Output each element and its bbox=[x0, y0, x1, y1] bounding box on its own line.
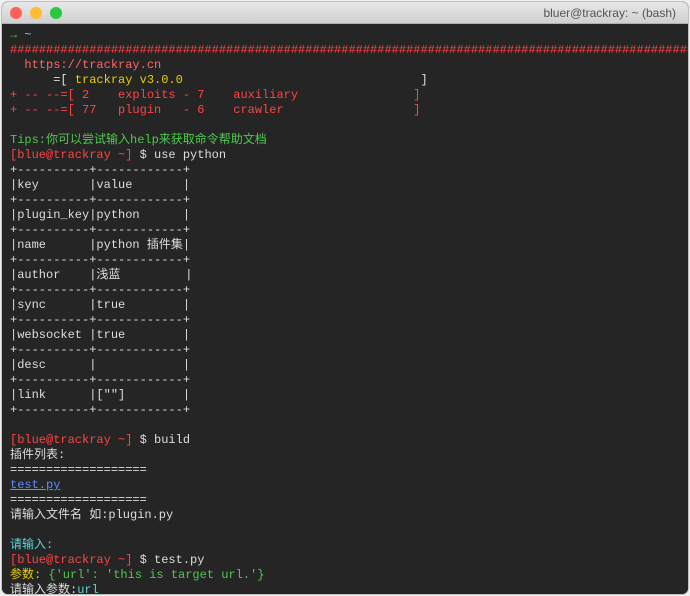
traffic-lights bbox=[10, 7, 62, 19]
prompt-user: [blue@trackray ~] bbox=[10, 553, 132, 567]
banner-url: https://trackray.cn bbox=[24, 58, 161, 72]
table-border: +----------+------------+ bbox=[10, 373, 190, 387]
table-row: |link |[""] | bbox=[10, 388, 190, 402]
banner-hash: ########################################… bbox=[10, 43, 688, 57]
prompt-dollar: $ bbox=[132, 148, 154, 162]
prompt-dollar: $ bbox=[132, 553, 154, 567]
tips-line: Tips:你可以尝试输入help来获取命令帮助文档 bbox=[10, 133, 267, 147]
input-label: 请输入: bbox=[10, 538, 53, 552]
table-border: +----------+------------+ bbox=[10, 313, 190, 327]
cmd-build: build bbox=[154, 433, 190, 447]
titlebar: bluer@trackray: ~ (bash) bbox=[2, 2, 688, 24]
table-border: +----------+------------+ bbox=[10, 163, 190, 177]
table-row: |desc | | bbox=[10, 358, 190, 372]
plugin-list-label: 插件列表: bbox=[10, 448, 65, 462]
prompt-user: [blue@trackray ~] bbox=[10, 148, 132, 162]
divider-line: =================== bbox=[10, 463, 147, 477]
banner-line3: + -- --=[ 77 plugin - 6 crawler ] bbox=[10, 103, 420, 117]
cmd-testpy: test.py bbox=[154, 553, 204, 567]
table-row: |sync |true | bbox=[10, 298, 190, 312]
maximize-icon[interactable] bbox=[50, 7, 62, 19]
banner-line1-pre: =[ bbox=[10, 73, 75, 87]
table-row: |websocket |true | bbox=[10, 328, 190, 342]
input-file-prompt: 请输入文件名 如:plugin.py bbox=[10, 508, 173, 522]
divider-line: =================== bbox=[10, 493, 147, 507]
table-border: +----------+------------+ bbox=[10, 193, 190, 207]
terminal-window: bluer@trackray: ~ (bash) → ~ ###########… bbox=[2, 2, 688, 594]
banner-version: trackray v3.0.0 bbox=[75, 73, 183, 87]
banner-line1-end: ] bbox=[183, 73, 428, 87]
prompt-dollar: $ bbox=[132, 433, 154, 447]
param-json: {'url': 'this is target url.'} bbox=[41, 568, 264, 582]
plugin-file: test.py bbox=[10, 478, 60, 492]
input-param-prompt: 请输入参数: bbox=[10, 583, 77, 594]
table-border: +----------+------------+ bbox=[10, 223, 190, 237]
table-row: |plugin_key|python | bbox=[10, 208, 190, 222]
table-row: |name |python 插件集| bbox=[10, 238, 190, 252]
table-border: +----------+------------+ bbox=[10, 403, 190, 417]
table-border: +----------+------------+ bbox=[10, 253, 190, 267]
prompt-user: [blue@trackray ~] bbox=[10, 433, 132, 447]
close-icon[interactable] bbox=[10, 7, 22, 19]
table-row: |key |value | bbox=[10, 178, 190, 192]
prompt-arrow-icon: → bbox=[10, 28, 17, 42]
table-row: |author |浅蓝 | bbox=[10, 268, 192, 282]
prompt-path: ~ bbox=[24, 28, 31, 42]
table-border: +----------+------------+ bbox=[10, 283, 190, 297]
minimize-icon[interactable] bbox=[30, 7, 42, 19]
cmd-use-python: use python bbox=[154, 148, 226, 162]
terminal-body[interactable]: → ~ ####################################… bbox=[2, 24, 688, 594]
param-label: 参数: bbox=[10, 568, 41, 582]
banner-line2: + -- --=[ 2 exploits - 7 auxiliary ] bbox=[10, 88, 420, 102]
input-param-name: url bbox=[77, 583, 99, 594]
window-title: bluer@trackray: ~ (bash) bbox=[543, 6, 676, 20]
table-border: +----------+------------+ bbox=[10, 343, 190, 357]
